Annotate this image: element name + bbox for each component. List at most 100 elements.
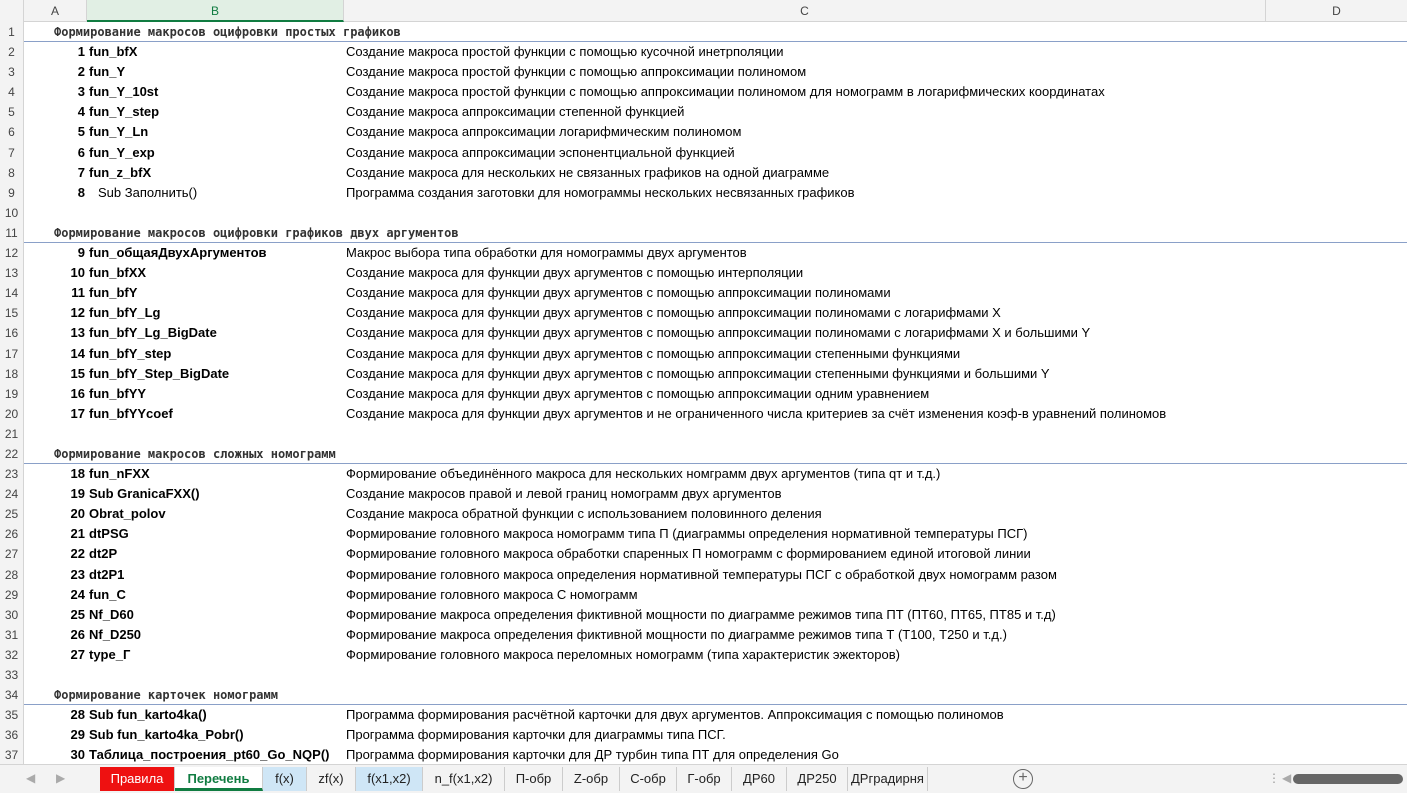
column-header-a[interactable]: A	[24, 0, 87, 22]
macro-description: Создание макроса для функции двух аргуме…	[346, 265, 804, 281]
row-number[interactable]: 18	[0, 364, 23, 384]
sheet-tab[interactable]: П-обр	[505, 767, 563, 791]
table-row[interactable]: 15 fun_bfY_Step_BigDate Создание макроса д…	[24, 364, 1407, 384]
row-number[interactable]: 34	[0, 685, 23, 705]
sheet-grid[interactable]: Формирование макросов оцифровки простых …	[24, 22, 1407, 765]
table-row[interactable]: 28 Sub fun_karto4ka() Программа формирован…	[24, 705, 1407, 725]
row-number[interactable]: 32	[0, 645, 23, 665]
table-row[interactable]: 20 Obrat_polov Создание макроса обратной ф…	[24, 504, 1407, 524]
table-row[interactable]: Формирование макросов оцифровки графиков…	[24, 223, 1407, 244]
table-row[interactable]: Формирование карточек номограмм	[24, 685, 1407, 706]
table-row[interactable]: 11 fun_bfY Создание макроса для функции дв…	[24, 283, 1407, 303]
row-number[interactable]: 14	[0, 283, 23, 303]
table-row[interactable]: 25 Nf_D60 Формирование макроса определения…	[24, 605, 1407, 625]
column-header-b[interactable]: B	[87, 0, 344, 22]
row-number[interactable]: 17	[0, 344, 23, 364]
row-number[interactable]: 23	[0, 464, 23, 484]
table-row[interactable]: 29 Sub fun_karto4ka_Pobr() Программа форми…	[24, 725, 1407, 745]
column-header-c[interactable]: C	[344, 0, 1266, 22]
table-row[interactable]: 13 fun_bfY_Lg_BigDate Создание макроса для…	[24, 323, 1407, 343]
sheet-tab[interactable]: С-обр	[620, 767, 677, 791]
sheet-tab[interactable]: f(x)	[263, 767, 307, 791]
table-row[interactable]: 3 fun_Y_10st Создание макроса простой функ…	[24, 82, 1407, 102]
row-number[interactable]: 36	[0, 725, 23, 745]
row-number[interactable]: 24	[0, 484, 23, 504]
row-number[interactable]: 25	[0, 504, 23, 524]
horizontal-scrollbar[interactable]	[1293, 774, 1403, 784]
row-number[interactable]: 5	[0, 102, 23, 122]
table-row[interactable]: 16 fun_bfYY Создание макроса для функции д…	[24, 384, 1407, 404]
tab-split-handle-icon[interactable]: ⋮	[1268, 771, 1280, 785]
row-number[interactable]: 6	[0, 122, 23, 142]
row-number[interactable]: 4	[0, 82, 23, 102]
row-number[interactable]: 19	[0, 384, 23, 404]
table-row[interactable]: 5 fun_Y_Ln Создание макроса аппроксимации …	[24, 122, 1407, 142]
sheet-tab[interactable]: ДР250	[787, 767, 848, 791]
sheet-tab[interactable]: Перечень	[175, 767, 263, 791]
row-number[interactable]: 22	[0, 444, 23, 464]
table-row[interactable]: 8 Sub Заполнить() Программа создания загот…	[24, 183, 1407, 203]
column-header-d[interactable]: D	[1266, 0, 1407, 22]
row-number[interactable]: 27	[0, 544, 23, 564]
tab-scroll-left-icon[interactable]: ◀	[26, 771, 35, 785]
sheet-tab[interactable]: ДРградирня	[848, 767, 928, 791]
table-row[interactable]: 23 dt2P1 Формирование головного макроса оп…	[24, 565, 1407, 585]
table-row[interactable]: 10 fun_bfXX Создание макроса для функции д…	[24, 263, 1407, 283]
row-number[interactable]: 20	[0, 404, 23, 424]
table-row[interactable]	[24, 665, 1407, 685]
row-number[interactable]: 21	[0, 424, 23, 444]
table-row[interactable]: 26 Nf_D250 Формирование макроса определени…	[24, 625, 1407, 645]
table-row[interactable]: 21 dtPSG Формирование головного макроса но…	[24, 524, 1407, 544]
row-number[interactable]: 16	[0, 323, 23, 343]
table-row[interactable]: 19 Sub GranicaFXX() Создание макросов прав…	[24, 484, 1407, 504]
row-number[interactable]: 29	[0, 585, 23, 605]
table-row[interactable]	[24, 424, 1407, 444]
row-number[interactable]: 1	[0, 22, 23, 42]
sheet-tab[interactable]: n_f(x1,x2)	[423, 767, 505, 791]
add-sheet-button[interactable]: +	[1013, 769, 1033, 789]
table-row[interactable]: 17 fun_bfYYcoef Создание макроса для функц…	[24, 404, 1407, 424]
row-number[interactable]: 13	[0, 263, 23, 283]
row-number[interactable]: 26	[0, 524, 23, 544]
row-number[interactable]: 12	[0, 243, 23, 263]
row-number[interactable]: 3	[0, 62, 23, 82]
row-number[interactable]: 8	[0, 163, 23, 183]
table-row[interactable]: 9 fun_общаяДвухАргументов Макрос выбора ти…	[24, 243, 1407, 263]
row-number[interactable]: 37	[0, 745, 23, 765]
table-row[interactable]: 4 fun_Y_step Создание макроса аппроксимаци…	[24, 102, 1407, 122]
sheet-tab[interactable]: ДР60	[732, 767, 787, 791]
table-row[interactable]: 18 fun_nFXX Формирование объединённого мак…	[24, 464, 1407, 484]
sheet-tab[interactable]: Г-обр	[677, 767, 732, 791]
sheet-tab[interactable]: Z-обр	[563, 767, 620, 791]
table-row[interactable]: 6 fun_Y_exp Создание макроса аппроксимации…	[24, 143, 1407, 163]
table-row[interactable]: 24 fun_C Формирование головного макроса С …	[24, 585, 1407, 605]
table-row[interactable]: Формирование макросов оцифровки простых …	[24, 22, 1407, 43]
row-number[interactable]: 28	[0, 565, 23, 585]
table-row[interactable]: 22 dt2P Формирование головного макроса обр…	[24, 544, 1407, 564]
table-row[interactable]: 1 fun_bfX Создание макроса простой функции…	[24, 42, 1407, 62]
sheet-tab[interactable]: f(x1,x2)	[356, 767, 423, 791]
row-number[interactable]: 35	[0, 705, 23, 725]
hscroll-left-icon[interactable]: ◀	[1282, 771, 1291, 785]
row-number[interactable]: 33	[0, 665, 23, 685]
table-row[interactable]: Формирование макросов сложных номограмм	[24, 444, 1407, 465]
row-number[interactable]: 10	[0, 203, 23, 223]
row-number[interactable]: 11	[0, 223, 23, 243]
table-row[interactable]: 2 fun_Y Создание макроса простой функции с…	[24, 62, 1407, 82]
row-number[interactable]: 7	[0, 143, 23, 163]
sheet-tab[interactable]: zf(x)	[307, 767, 356, 791]
table-row[interactable]: 27 type_Г Формирование головного макроса п…	[24, 645, 1407, 665]
table-row[interactable]	[24, 203, 1407, 223]
sheet-tab[interactable]: Правила	[100, 767, 175, 791]
row-number[interactable]: 9	[0, 183, 23, 203]
select-all-corner[interactable]	[0, 0, 24, 22]
table-row[interactable]: 12 fun_bfY_Lg Создание макроса для функции…	[24, 303, 1407, 323]
table-row[interactable]: 14 fun_bfY_step Создание макроса для функц…	[24, 344, 1407, 364]
table-row[interactable]: 7 fun_z_bfX Создание макроса для нескольки…	[24, 163, 1407, 183]
row-number[interactable]: 31	[0, 625, 23, 645]
row-number[interactable]: 2	[0, 42, 23, 62]
tab-scroll-right-icon[interactable]: ▶	[56, 771, 65, 785]
row-number[interactable]: 30	[0, 605, 23, 625]
table-row[interactable]: 30 Таблица_построения_pt60_Go_NQP() Програ…	[24, 745, 1407, 765]
row-number[interactable]: 15	[0, 303, 23, 323]
